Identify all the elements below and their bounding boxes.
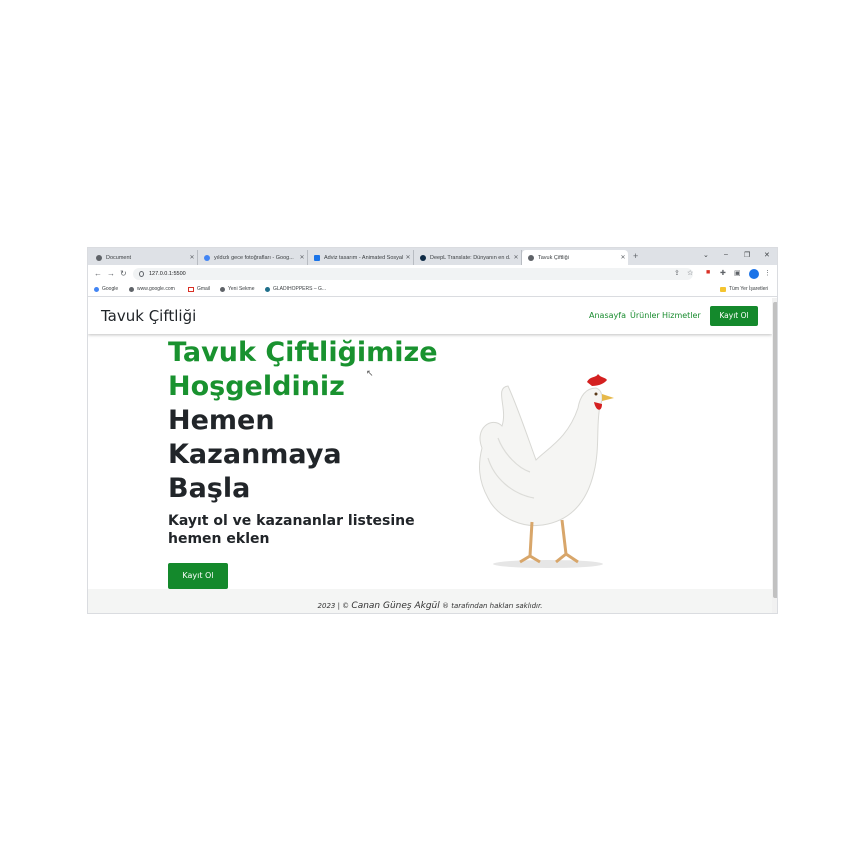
restore-icon[interactable]: ❐ [744, 251, 750, 259]
scrollbar-thumb[interactable] [773, 302, 777, 598]
bookmark-google-com[interactable]: www.google.com [129, 286, 175, 292]
close-icon[interactable]: ✕ [297, 254, 307, 261]
close-icon[interactable]: ✕ [403, 254, 413, 261]
all-bookmarks-folder[interactable]: Tüm Yer İşaretleri [720, 286, 768, 292]
tab-label: Tavuk Çiftliği [538, 254, 569, 261]
hero-subtitle: Kayıt ol ve kazananlar listesine hemen e… [168, 513, 415, 547]
extension-icon[interactable]: ■ [706, 269, 710, 276]
url-text: 127.0.0.1:5500 [149, 271, 186, 277]
bookmark-label: GLADIHOPPERS – G... [273, 286, 327, 292]
footer-suffix: ® tarafından hakları saklıdır. [441, 602, 543, 610]
bookmark-gmail[interactable]: Gmail [188, 286, 210, 292]
tab-label: Document [106, 254, 132, 261]
footer-author: Canan Güneş Akgül [351, 601, 440, 611]
hero-title-line-3: Hemen [168, 405, 275, 436]
google-icon [94, 286, 99, 292]
globe-icon [96, 254, 102, 261]
puzzle-icon[interactable]: ✚ [720, 269, 726, 277]
nav-register-button[interactable]: Kayıt Ol [710, 306, 758, 326]
bookmark-star-icon[interactable]: ☆ [687, 269, 693, 277]
nav-link-services[interactable]: Hizmetler [662, 311, 701, 320]
tab-search-icon[interactable]: ⌄ [703, 251, 709, 259]
tab-document[interactable]: Document ✕ [90, 250, 198, 265]
menu-icon[interactable]: ⋮ [764, 269, 771, 277]
nav-link-home[interactable]: Anasayfa [589, 311, 626, 320]
bookmark-new-tab[interactable]: Yeni Sekme [220, 286, 255, 292]
reload-icon[interactable]: ↻ [120, 269, 127, 278]
close-icon[interactable]: ✕ [511, 254, 521, 261]
hero-title-line-5: Başla [168, 473, 251, 504]
site-brand[interactable]: Tavuk Çiftliği [101, 307, 196, 325]
nav-link-products[interactable]: Ürünler [630, 311, 660, 320]
close-icon[interactable]: ✕ [187, 254, 197, 261]
globe-icon [220, 286, 225, 292]
tab-label: yıldızlı gece fotoğrafları - Goog... [214, 254, 294, 261]
adviz-icon [314, 254, 320, 261]
close-window-icon[interactable]: ✕ [764, 251, 770, 259]
bookmark-label: Google [102, 286, 119, 292]
bookmark-label: www.google.com [137, 286, 175, 292]
bookmark-label: Tüm Yer İşaretleri [729, 286, 769, 292]
back-icon[interactable]: ← [94, 269, 102, 278]
browser-window: Document ✕ yıldızlı gece fotoğrafları - … [87, 247, 778, 614]
hero-title-line-2: Hoşgeldiniz [168, 371, 345, 402]
tab-deepl[interactable]: DeepL Translate: Dünyanın en d... ✕ [414, 250, 522, 265]
bookmark-label: Gmail [197, 286, 211, 292]
minimize-icon[interactable]: – [724, 251, 728, 258]
bookmark-gladihoppers[interactable]: GLADIHOPPERS – G... [265, 286, 326, 292]
side-panel-icon[interactable]: ▣ [734, 269, 741, 277]
tab-strip: Document ✕ yıldızlı gece fotoğrafları - … [88, 248, 777, 265]
avatar[interactable] [749, 269, 759, 279]
gmail-icon [188, 286, 194, 292]
share-icon[interactable]: ⇪ [674, 269, 680, 277]
new-tab-button[interactable]: + [633, 251, 638, 261]
tab-label: DeepL Translate: Dünyanın en d... [430, 254, 511, 261]
site-footer: 2023 | © Canan Güneş Akgül ® tarafından … [88, 589, 772, 613]
tab-google-search[interactable]: yıldızlı gece fotoğrafları - Goog... ✕ [198, 250, 308, 265]
tab-tavuk-ciftligi[interactable]: Tavuk Çiftliği ✕ [522, 250, 628, 265]
mouse-cursor-icon: ↖ [366, 368, 374, 378]
gladihoppers-icon [265, 286, 270, 292]
info-icon[interactable] [139, 271, 144, 277]
folder-icon [720, 286, 726, 292]
address-bar: ← → ↻ 127.0.0.1:5500 ⇪ ☆ ■ ✚ ▣ ⋮ [88, 265, 777, 283]
hero-title-line-4: Kazanmaya [168, 439, 342, 470]
url-input[interactable]: 127.0.0.1:5500 [133, 268, 693, 280]
bookmark-label: Yeni Sekme [228, 286, 255, 292]
bookmark-google[interactable]: Google [94, 286, 118, 292]
deepl-icon [420, 254, 426, 261]
globe-icon [129, 286, 134, 292]
tab-label: Adviz tasarım - Animated Sosyal... [324, 254, 403, 261]
site-navbar: Tavuk Çiftliği Anasayfa Ürünler Hizmetle… [88, 298, 772, 334]
bookmarks-bar: Google www.google.com Gmail Yeni Sekme G… [88, 283, 777, 297]
chicken-image [479, 374, 614, 568]
globe-icon [528, 254, 534, 261]
hero-register-button[interactable]: Kayıt Ol [168, 563, 228, 589]
hero-title-line-1: Tavuk Çiftliğimize [168, 337, 438, 368]
footer-prefix: 2023 | © [317, 602, 350, 610]
page-scrollbar[interactable] [772, 298, 777, 613]
web-page: Tavuk Çiftliği Anasayfa Ürünler Hizmetle… [88, 298, 772, 613]
tab-adviz[interactable]: Adviz tasarım - Animated Sosyal... ✕ [308, 250, 414, 265]
forward-icon[interactable]: → [107, 269, 115, 278]
google-icon [204, 254, 210, 261]
close-icon[interactable]: ✕ [618, 254, 628, 261]
